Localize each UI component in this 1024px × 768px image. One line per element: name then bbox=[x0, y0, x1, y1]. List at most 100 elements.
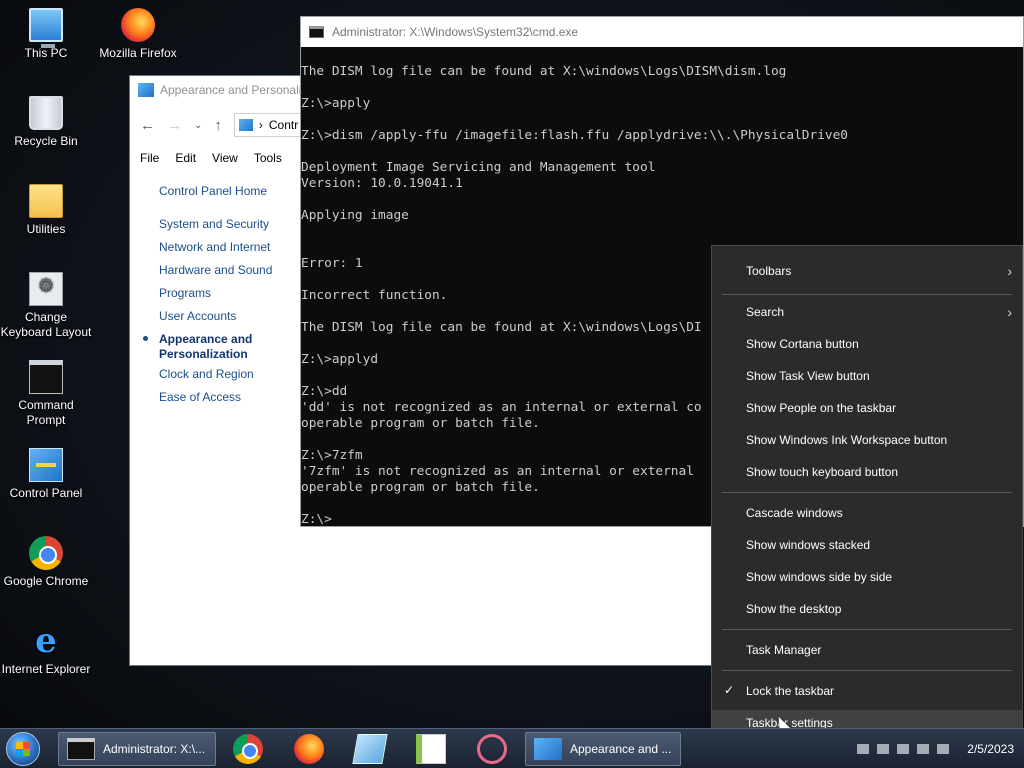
start-button[interactable] bbox=[6, 732, 40, 766]
taskbar-pin-notepad-plus-plus[interactable] bbox=[416, 734, 446, 764]
desktop-icon-label: This PC bbox=[24, 46, 68, 60]
keyboard-icon[interactable] bbox=[877, 744, 890, 754]
menu-item-label: Show Cortana button bbox=[746, 337, 859, 351]
menu-view[interactable]: View bbox=[212, 151, 238, 165]
menu-item-label: Show windows stacked bbox=[746, 538, 871, 552]
taskbar-button-label: Appearance and ... bbox=[570, 742, 672, 756]
console-line: Version: 10.0.19041.1 bbox=[301, 176, 463, 191]
menu-item-show-task-view[interactable]: Show Task View button bbox=[712, 363, 1022, 389]
taskbar-button-label: Administrator: X:\... bbox=[103, 742, 206, 756]
menu-item-show-desktop[interactable]: Show the desktop bbox=[712, 596, 1022, 622]
menu-item-label: Show windows side by side bbox=[746, 570, 893, 584]
menu-item-task-manager[interactable]: Task Manager bbox=[712, 637, 1022, 663]
control-panel-icon bbox=[238, 119, 253, 131]
menu-item-show-ink-workspace[interactable]: Show Windows Ink Workspace button bbox=[712, 427, 1022, 453]
taskbar-date[interactable]: 2/5/2023 bbox=[967, 742, 1014, 756]
desktop-icon-internet-explorer[interactable]: e Internet Explorer bbox=[0, 624, 92, 677]
menu-item-search[interactable]: Search › bbox=[712, 299, 1022, 325]
desktop-icon-label: Internet Explorer bbox=[1, 662, 91, 676]
command-prompt-icon bbox=[29, 360, 63, 394]
control-panel-sidebar: Control Panel Home System and Security N… bbox=[130, 170, 300, 665]
menu-item-show-people[interactable]: Show People on the taskbar bbox=[712, 395, 1022, 421]
sidebar-item-network[interactable]: Network and Internet bbox=[159, 240, 270, 255]
forward-arrow-icon[interactable]: → bbox=[167, 117, 182, 134]
desktop-icon-label: Control Panel bbox=[9, 486, 83, 500]
menu-item-windows-stacked[interactable]: Show windows stacked bbox=[712, 532, 1022, 558]
desktop-icon-recycle-bin[interactable]: Recycle Bin bbox=[0, 96, 92, 149]
menu-file[interactable]: File bbox=[140, 151, 159, 165]
taskbar-button-cmd[interactable]: Administrator: X:\... bbox=[58, 732, 216, 766]
control-panel-icon bbox=[29, 448, 63, 482]
battery-icon[interactable] bbox=[937, 744, 950, 754]
flag-icon[interactable] bbox=[897, 744, 910, 754]
desktop-icon-chrome[interactable]: Google Chrome bbox=[0, 536, 92, 589]
menu-item-lock-taskbar[interactable]: ✓ Lock the taskbar bbox=[712, 678, 1022, 704]
taskbar-button-control-panel[interactable]: Appearance and ... bbox=[525, 732, 681, 766]
console-line: The DISM log file can be found at X:\win… bbox=[301, 64, 787, 79]
desktop-icon-firefox[interactable]: Mozilla Firefox bbox=[92, 8, 184, 61]
system-tray: 2/5/2023 bbox=[857, 729, 1024, 768]
taskbar-pin-chrome[interactable] bbox=[233, 734, 263, 764]
menu-item-label: Show Task View button bbox=[746, 369, 870, 383]
window-title: Administrator: X:\Windows\System32\cmd.e… bbox=[332, 25, 579, 39]
menu-item-show-cortana[interactable]: Show Cortana button bbox=[712, 331, 1022, 357]
volume-icon[interactable] bbox=[917, 744, 930, 754]
menu-item-toolbars[interactable]: Toolbars › bbox=[712, 258, 1022, 284]
sidebar-item-ease-of-access[interactable]: Ease of Access bbox=[159, 390, 241, 405]
chevron-down-icon[interactable]: ⌄ bbox=[194, 120, 202, 131]
desktop-icon-label: Utilities bbox=[26, 222, 66, 236]
control-panel-icon bbox=[534, 738, 562, 760]
taskbar-pin-snipping-tool[interactable] bbox=[477, 734, 507, 764]
cmd-titlebar[interactable]: Administrator: X:\Windows\System32\cmd.e… bbox=[301, 17, 1023, 47]
sidebar-item-user-accounts[interactable]: User Accounts bbox=[159, 309, 236, 324]
menu-item-label: Task Manager bbox=[746, 643, 822, 657]
sidebar-item-programs[interactable]: Programs bbox=[159, 286, 211, 301]
sidebar-item-home[interactable]: Control Panel Home bbox=[159, 184, 267, 199]
control-panel-icon bbox=[138, 83, 154, 97]
taskbar-context-menu: Toolbars › Search › Show Cortana button … bbox=[711, 245, 1023, 745]
menu-item-label: Cascade windows bbox=[746, 506, 843, 520]
desktop-icon-control-panel[interactable]: Control Panel bbox=[0, 448, 92, 501]
sidebar-item-system-security[interactable]: System and Security bbox=[159, 217, 269, 232]
console-line: Z:\>apply bbox=[301, 96, 371, 111]
menu-item-show-touch-keyboard[interactable]: Show touch keyboard button bbox=[712, 459, 1022, 485]
sidebar-item-appearance[interactable]: Appearance and Personalization bbox=[159, 332, 269, 362]
command-prompt-icon bbox=[67, 738, 95, 760]
desktop-icon-label: Command Prompt bbox=[18, 398, 74, 427]
firefox-icon bbox=[121, 8, 155, 42]
chevron-right-icon: › bbox=[1007, 263, 1012, 279]
desktop-icon-keyboard-layout[interactable]: Change Keyboard Layout bbox=[0, 272, 92, 340]
menu-item-cascade-windows[interactable]: Cascade windows bbox=[712, 500, 1022, 526]
console-line: Applying image bbox=[301, 208, 409, 223]
sidebar-item-clock-region[interactable]: Clock and Region bbox=[159, 367, 254, 382]
network-icon[interactable] bbox=[857, 744, 870, 754]
current-item-bullet bbox=[143, 336, 148, 341]
back-arrow-icon[interactable]: ← bbox=[140, 117, 155, 134]
menu-separator bbox=[722, 629, 1012, 630]
recycle-bin-icon bbox=[29, 96, 63, 130]
menu-item-label: Toolbars bbox=[746, 264, 792, 278]
menu-separator bbox=[722, 670, 1012, 671]
menu-edit[interactable]: Edit bbox=[175, 151, 196, 165]
sidebar-item-hardware-sound[interactable]: Hardware and Sound bbox=[159, 263, 272, 278]
desktop-icon-label: Recycle Bin bbox=[14, 134, 78, 148]
desktop-icon-utilities[interactable]: Utilities bbox=[0, 184, 92, 237]
console-line: Deployment Image Servicing and Managemen… bbox=[301, 160, 656, 175]
menu-item-side-by-side[interactable]: Show windows side by side bbox=[712, 564, 1022, 590]
menu-item-label: Show touch keyboard button bbox=[746, 465, 899, 479]
menu-item-label: Show People on the taskbar bbox=[746, 401, 897, 415]
keyboard-settings-icon bbox=[29, 272, 63, 306]
command-prompt-icon bbox=[309, 26, 324, 38]
address-bar[interactable]: › Contr bbox=[233, 113, 304, 137]
desktop-icon-this-pc[interactable]: This PC bbox=[0, 8, 92, 61]
menu-tools[interactable]: Tools bbox=[254, 151, 282, 165]
taskbar-pin-notepad[interactable] bbox=[352, 734, 388, 764]
chevron-right-icon: › bbox=[1007, 304, 1012, 320]
taskbar-pin-firefox[interactable] bbox=[294, 734, 324, 764]
console-line: Z:\>dism /apply-ffu /imagefile:flash.ffu… bbox=[301, 128, 849, 143]
up-arrow-icon[interactable]: ↑ bbox=[214, 117, 222, 134]
desktop-icon-command-prompt[interactable]: Command Prompt bbox=[0, 360, 92, 428]
